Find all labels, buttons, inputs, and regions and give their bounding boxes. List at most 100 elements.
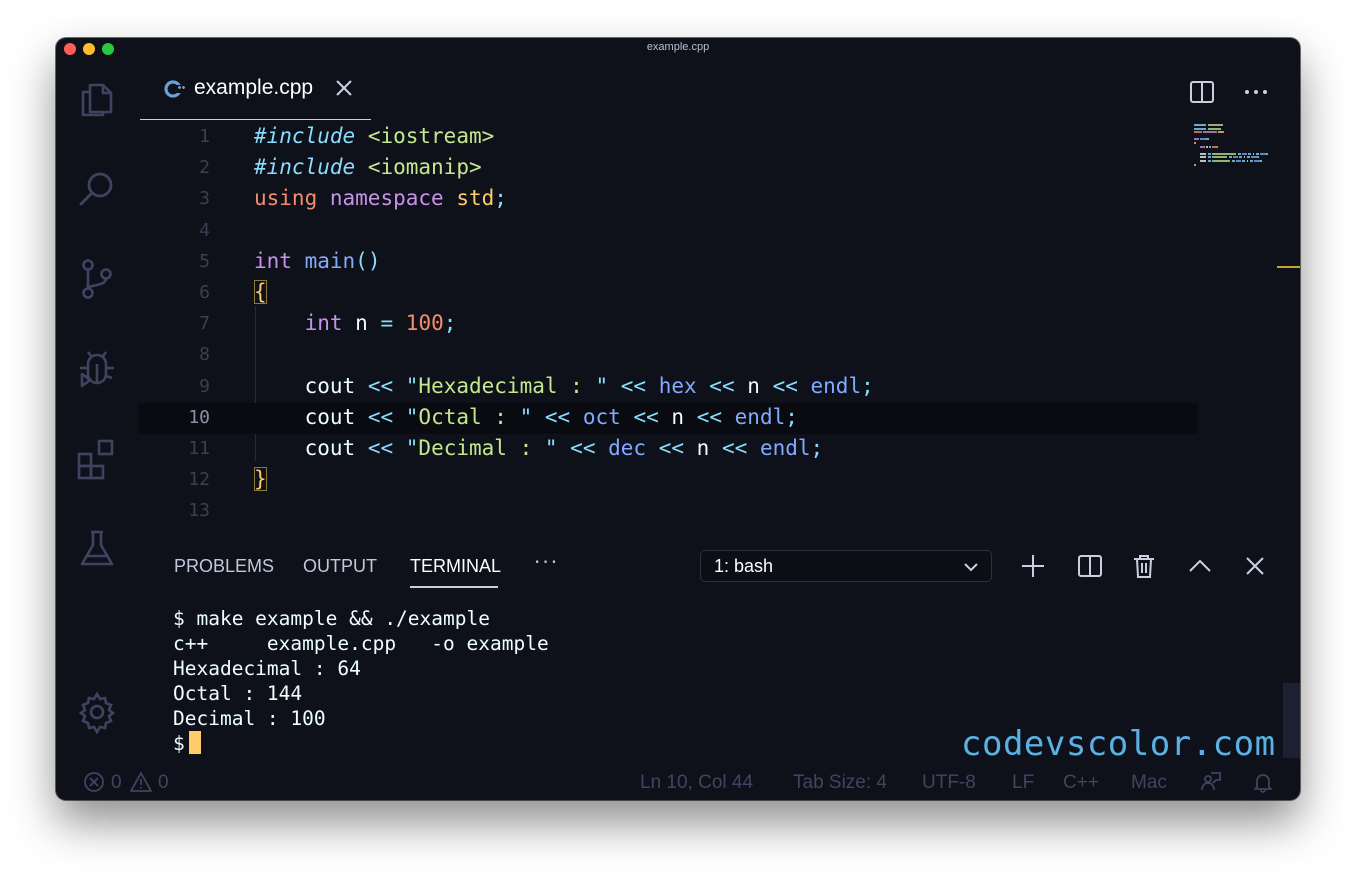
minimap-segment [1236,160,1241,162]
close-tab-icon[interactable] [334,78,354,98]
code-line[interactable]: 13 [138,496,1198,527]
code-line[interactable]: 7 int n = 100; [138,309,1198,340]
extensions-icon[interactable] [74,436,120,482]
warning-icon[interactable] [130,771,152,793]
os-indicator[interactable]: Mac [1131,772,1167,794]
code-line[interactable]: 6{ [138,278,1198,309]
code-line[interactable]: 3 using namespace std; [138,184,1198,215]
minimap-segment [1234,152,1236,155]
code-text: #include <iostream> [254,124,495,148]
code-line[interactable]: 11 cout << "Decimal : " << dec << n << e… [138,434,1198,465]
terminal-line: Hexadecimal : 64 [173,657,361,680]
terminal-select[interactable]: 1: bash [700,550,992,582]
split-terminal-icon[interactable] [1076,552,1104,580]
code-line[interactable]: 5 int main() [138,247,1198,278]
minimap-segment [1200,145,1205,148]
code-text: cout << "Octal : " << oct << n << endl; [304,404,798,429]
line-number: 10 [188,406,210,428]
minimap-segment [1248,152,1251,155]
minimap-segment [1213,160,1229,162]
code-line[interactable]: 1 #include <iostream> [138,122,1198,153]
minimap-segment [1194,124,1206,126]
minimap-segment [1249,160,1253,162]
maximize-panel-icon[interactable] [1186,552,1214,580]
minimap-segment [1231,160,1235,162]
line-number: 1 [199,126,210,147]
close-panel-icon[interactable] [1241,552,1269,580]
trash-icon[interactable] [1130,552,1158,580]
minimap-segment [1213,152,1235,155]
debug-icon[interactable] [74,346,120,392]
testing-icon[interactable] [74,526,120,572]
split-editor-icon[interactable] [1188,78,1216,106]
source-control-icon[interactable] [74,256,120,302]
code-text: cout << "Hexadecimal : " << hex << n << … [304,373,874,398]
error-count[interactable]: 0 [111,772,122,794]
add-terminal-icon[interactable] [1019,552,1047,580]
bell-icon[interactable] [1252,771,1274,793]
code-line[interactable]: 2 #include <iomanip> [138,153,1198,184]
minimap-segment [1207,160,1211,162]
minimap-segment [1194,138,1199,141]
line-ending[interactable]: LF [1012,772,1034,794]
minimap-segment [1194,131,1202,134]
minimap-segment [1194,127,1206,130]
panel-more-button[interactable]: ··· [534,550,559,574]
gear-icon[interactable] [74,689,120,735]
tab-example-cpp[interactable]: example.cpp [140,58,371,120]
tab-output[interactable]: OUTPUT [303,556,377,577]
tab-size[interactable]: Tab Size: 4 [793,772,887,794]
terminal-prompt-line: $ [173,731,549,756]
terminal-line: Decimal : 100 [173,707,326,730]
error-icon[interactable] [83,771,105,793]
feedback-icon[interactable] [1200,771,1222,793]
minimap-segment [1206,138,1209,141]
code-text: } [254,467,267,492]
editor-tab-bar: example.cpp [138,58,1300,120]
cursor-scroll-marker [1277,266,1300,268]
terminal-output[interactable]: $ make example && ./example c++ example.… [173,606,549,756]
window-title: example.cpp [646,41,710,53]
line-number: 11 [188,438,210,459]
active-tab-indicator [410,586,498,588]
line-number: 3 [199,188,210,210]
line-number: 5 [199,250,210,272]
minimap-segment [1207,124,1223,126]
tab-terminal[interactable]: TERMINAL [410,556,501,577]
code-line[interactable]: 4 [138,216,1198,247]
line-number: 13 [188,500,210,522]
minimap-segment [1222,131,1224,134]
tab-problems[interactable]: PROBLEMS [174,556,274,577]
line-number: 12 [188,469,210,491]
search-icon[interactable] [74,166,120,212]
language-mode[interactable]: C++ [1063,772,1099,794]
code-line[interactable]: 9 cout << "Hexadecimal : " << hex << n <… [138,372,1198,403]
minimap-segment [1242,160,1245,162]
minimap[interactable] [1194,120,1274,170]
code-line[interactable]: 8 [138,340,1198,371]
code-line[interactable]: 12} [138,465,1198,496]
minimap-segment [1255,152,1259,155]
minimap-segment [1233,156,1238,159]
code-editor[interactable]: 1 #include <iostream> 2 #include <iomanip> 3… [138,120,1198,540]
code-text: { [254,280,267,304]
code-line[interactable]: 10 cout << "Octal : " << oct << n << end… [138,402,1198,434]
terminal-line: $ make example && ./example [173,607,490,630]
terminal-scrollbar[interactable] [1283,683,1300,758]
terminal-line: Octal : 144 [173,682,303,705]
watermark: codevscolor.com [961,724,1276,764]
tab-label: example.cpp [194,76,314,99]
title-bar: example.cpp [56,38,1300,58]
cursor-position[interactable]: Ln 10, Col 44 [640,772,753,794]
more-actions-icon[interactable] [1242,78,1270,106]
minimap-segment [1207,152,1211,155]
warning-count[interactable]: 0 [158,772,169,794]
minimap-segment [1216,145,1218,148]
minimap-segment [1194,142,1196,144]
vscode-window: example.cpp example.cpp 1 #include <iost… [56,38,1300,800]
files-icon[interactable] [74,76,120,122]
line-number: 6 [199,282,210,303]
encoding[interactable]: UTF-8 [922,772,976,794]
minimap-segment [1228,160,1230,162]
code-text: #include <iomanip> [254,155,482,180]
